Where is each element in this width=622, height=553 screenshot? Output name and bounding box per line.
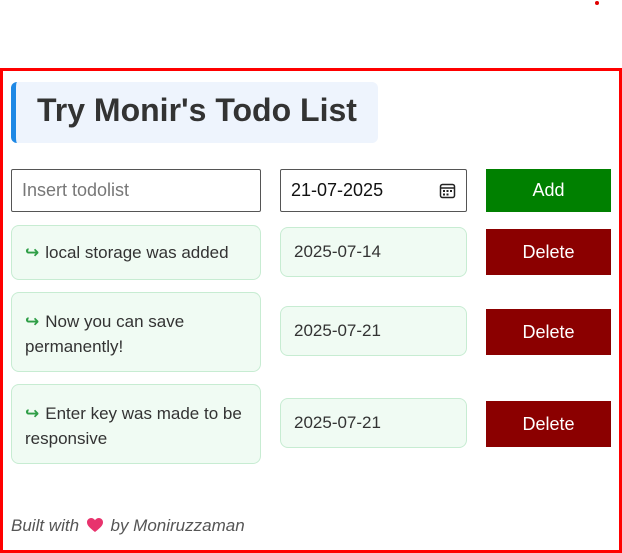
todo-input[interactable] <box>11 169 261 212</box>
footer-prefix: Built with <box>11 516 80 535</box>
page-title: Try Monir's Todo List <box>37 92 357 128</box>
todo-date: 2025-07-21 <box>280 306 467 356</box>
footer-suffix: by Moniruzzaman <box>110 516 245 535</box>
date-input-value: 21-07-2025 <box>291 180 384 200</box>
todo-date: 2025-07-14 <box>280 227 467 277</box>
todo-item: ↪ Enter key was made to be responsive <box>11 384 261 464</box>
heart-icon <box>86 518 103 532</box>
todo-text: Enter key was made to be responsive <box>25 404 242 448</box>
todo-item: ↪ local storage was added <box>11 225 261 280</box>
curved-arrow-icon: ↪ <box>25 243 40 262</box>
decorative-dot <box>595 1 599 5</box>
delete-button[interactable]: Delete <box>486 309 611 355</box>
date-input[interactable]: 21-07-2025 <box>280 169 467 212</box>
delete-button[interactable]: Delete <box>486 229 611 275</box>
curved-arrow-icon: ↪ <box>25 312 40 331</box>
add-button[interactable]: Add <box>486 169 611 212</box>
curved-arrow-icon: ↪ <box>25 404 40 423</box>
delete-button[interactable]: Delete <box>486 401 611 447</box>
todo-text: local storage was added <box>45 243 229 262</box>
footer: Built with by Moniruzzaman <box>11 516 245 536</box>
todo-item: ↪ Now you can save permanently! <box>11 292 261 372</box>
todo-date: 2025-07-21 <box>280 398 467 448</box>
todo-text: Now you can save permanently! <box>25 312 185 356</box>
calendar-icon[interactable] <box>439 182 456 199</box>
